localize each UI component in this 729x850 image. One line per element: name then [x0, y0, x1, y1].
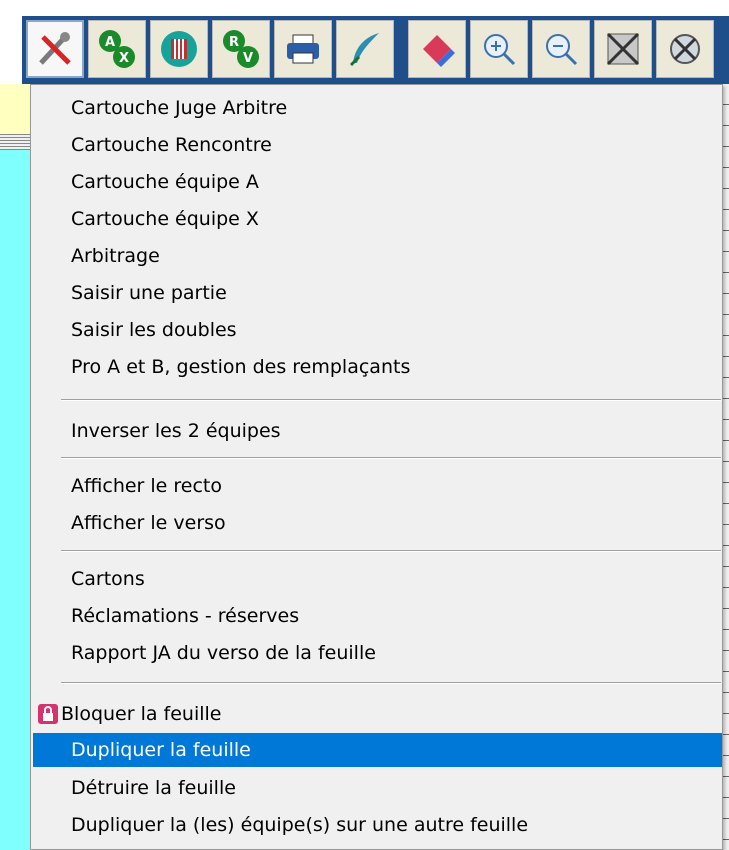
background-cyan-strip: [0, 150, 30, 850]
zoom-in-button[interactable]: [470, 20, 528, 78]
menu-item-saisir-les-doubles[interactable]: Saisir les doubles: [33, 313, 722, 347]
cancel-button[interactable]: [656, 20, 714, 78]
background-right-strip: [723, 84, 729, 850]
menu-item-afficher-recto[interactable]: Afficher le recto: [33, 469, 722, 503]
menu-item-bloquer-feuille[interactable]: Bloquer la feuille: [33, 697, 722, 731]
feather-icon: [349, 33, 379, 67]
svg-text:A: A: [105, 35, 115, 50]
menu-item-detruire-feuille[interactable]: Détruire la feuille: [33, 771, 722, 805]
menu-item-afficher-verso[interactable]: Afficher le verso: [33, 506, 722, 540]
cross-grid-button[interactable]: [594, 20, 652, 78]
menu-item-dupliquer-feuille[interactable]: Dupliquer la feuille: [33, 733, 722, 767]
menu-item-cartouche-equipe-x[interactable]: Cartouche équipe X: [33, 202, 722, 236]
menu-item-dupliquer-equipes[interactable]: Dupliquer la (les) équipe(s) sur une aut…: [33, 808, 722, 842]
toolbar-separator: [398, 20, 404, 78]
menu-item-cartouche-rencontre[interactable]: Cartouche Rencontre: [33, 128, 722, 162]
menu-item-pro-a-et-b[interactable]: Pro A et B, gestion des remplaçants: [33, 350, 722, 384]
tools-icon: [39, 32, 71, 65]
eraser-icon: [423, 35, 455, 67]
toolbar-buttons: A X R V: [26, 20, 714, 78]
menu-item-arbitrage[interactable]: Arbitrage: [33, 239, 722, 273]
zoom-out-button[interactable]: [532, 20, 590, 78]
print-icon: [287, 34, 319, 64]
feather-button[interactable]: [336, 20, 394, 78]
team-button[interactable]: [150, 20, 208, 78]
menu-separator: [61, 682, 721, 684]
swap-rv-icon: R V: [223, 30, 259, 68]
tools-button[interactable]: [26, 20, 84, 78]
menu-item-inverser-equipes[interactable]: Inverser les 2 équipes: [33, 414, 722, 448]
context-menu: Cartouche Juge Arbitre Cartouche Rencont…: [30, 84, 723, 850]
swap-rv-button[interactable]: R V: [212, 20, 270, 78]
svg-text:X: X: [119, 51, 129, 66]
svg-text:V: V: [243, 51, 253, 66]
zoom-out-icon: [546, 34, 578, 66]
menu-item-label: Bloquer la feuille: [61, 703, 222, 725]
lock-icon: [38, 704, 58, 724]
menu-item-rapport-ja[interactable]: Rapport JA du verso de la feuille: [33, 636, 722, 670]
cancel-icon: [670, 34, 700, 64]
menu-separator: [61, 457, 721, 459]
print-button[interactable]: [274, 20, 332, 78]
eraser-button[interactable]: [408, 20, 466, 78]
menu-item-reclamations[interactable]: Réclamations - réserves: [33, 599, 722, 633]
background-yellow-strip: [0, 84, 30, 134]
menu-separator: [61, 550, 721, 552]
zoom-in-icon: [484, 34, 516, 66]
menu-item-cartouche-equipe-a[interactable]: Cartouche équipe A: [33, 165, 722, 199]
menu-item-cartons[interactable]: Cartons: [33, 562, 722, 596]
menu-separator: [61, 399, 721, 401]
swap-ax-button[interactable]: A X: [88, 20, 146, 78]
cross-grid-icon: [606, 32, 640, 66]
team-icon: [161, 31, 197, 67]
background-divider: [0, 134, 30, 150]
svg-text:R: R: [229, 35, 239, 50]
menu-item-saisir-une-partie[interactable]: Saisir une partie: [33, 276, 722, 310]
swap-ax-icon: A X: [99, 30, 135, 68]
menu-item-cartouche-juge-arbitre[interactable]: Cartouche Juge Arbitre: [33, 91, 722, 125]
